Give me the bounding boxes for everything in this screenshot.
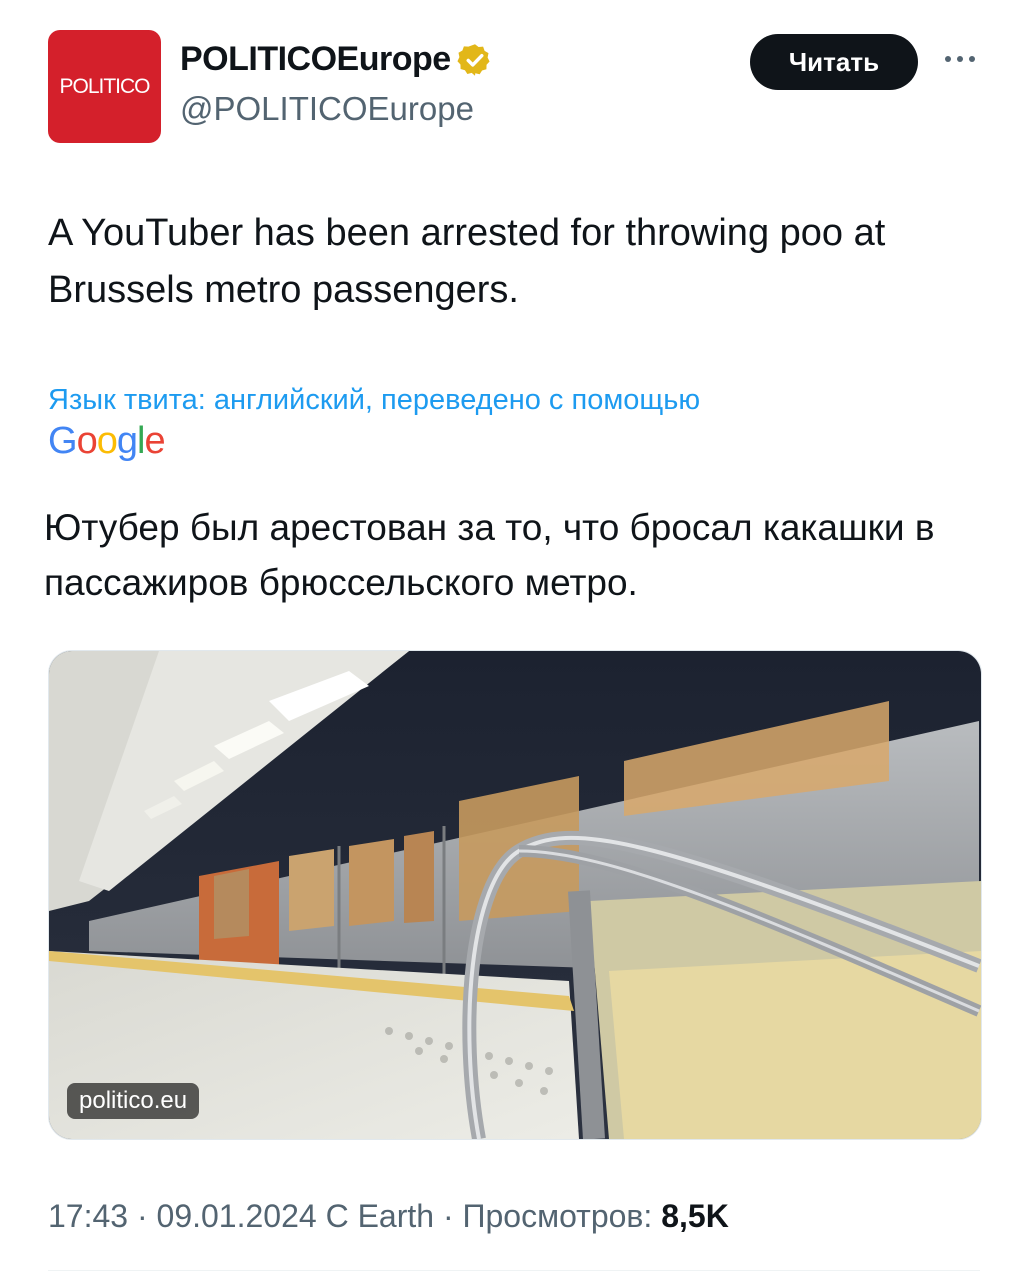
views-label: Просмотров: [462, 1198, 653, 1234]
verified-badge-icon [457, 43, 490, 76]
tweet-text: A YouTuber has been arrested for throwin… [48, 212, 886, 311]
avatar-logo-text: POLITICO [59, 74, 150, 98]
user-handle[interactable]: @POLITICOEurope [180, 90, 474, 128]
tweet-source: С Earth [325, 1198, 435, 1234]
more-options-icon[interactable] [940, 44, 980, 74]
translation-note[interactable]: Язык твита: английский, переведено с пом… [48, 384, 700, 417]
divider [48, 1270, 980, 1271]
tweet-meta: 17:43 · 09.01.2024 С Earth · Просмотров:… [48, 1198, 729, 1234]
translated-tweet-text: Ютубер был арестован за то, что бросал к… [44, 507, 935, 603]
tweet-media-image[interactable]: politico.eu [48, 650, 982, 1140]
media-domain-label[interactable]: politico.eu [67, 1083, 200, 1119]
metro-photo [49, 651, 981, 1139]
follow-button[interactable]: Читать [750, 34, 918, 90]
tweet-time[interactable]: 17:43 [48, 1198, 128, 1234]
avatar[interactable]: POLITICO [48, 30, 161, 143]
display-name[interactable]: POLITICOEurope [180, 40, 451, 79]
tweet-date[interactable]: 09.01.2024 [157, 1198, 317, 1234]
google-logo: Google [48, 420, 166, 462]
views-count: 8,5K [661, 1198, 729, 1234]
author-name-row: POLITICOEurope [180, 40, 493, 79]
